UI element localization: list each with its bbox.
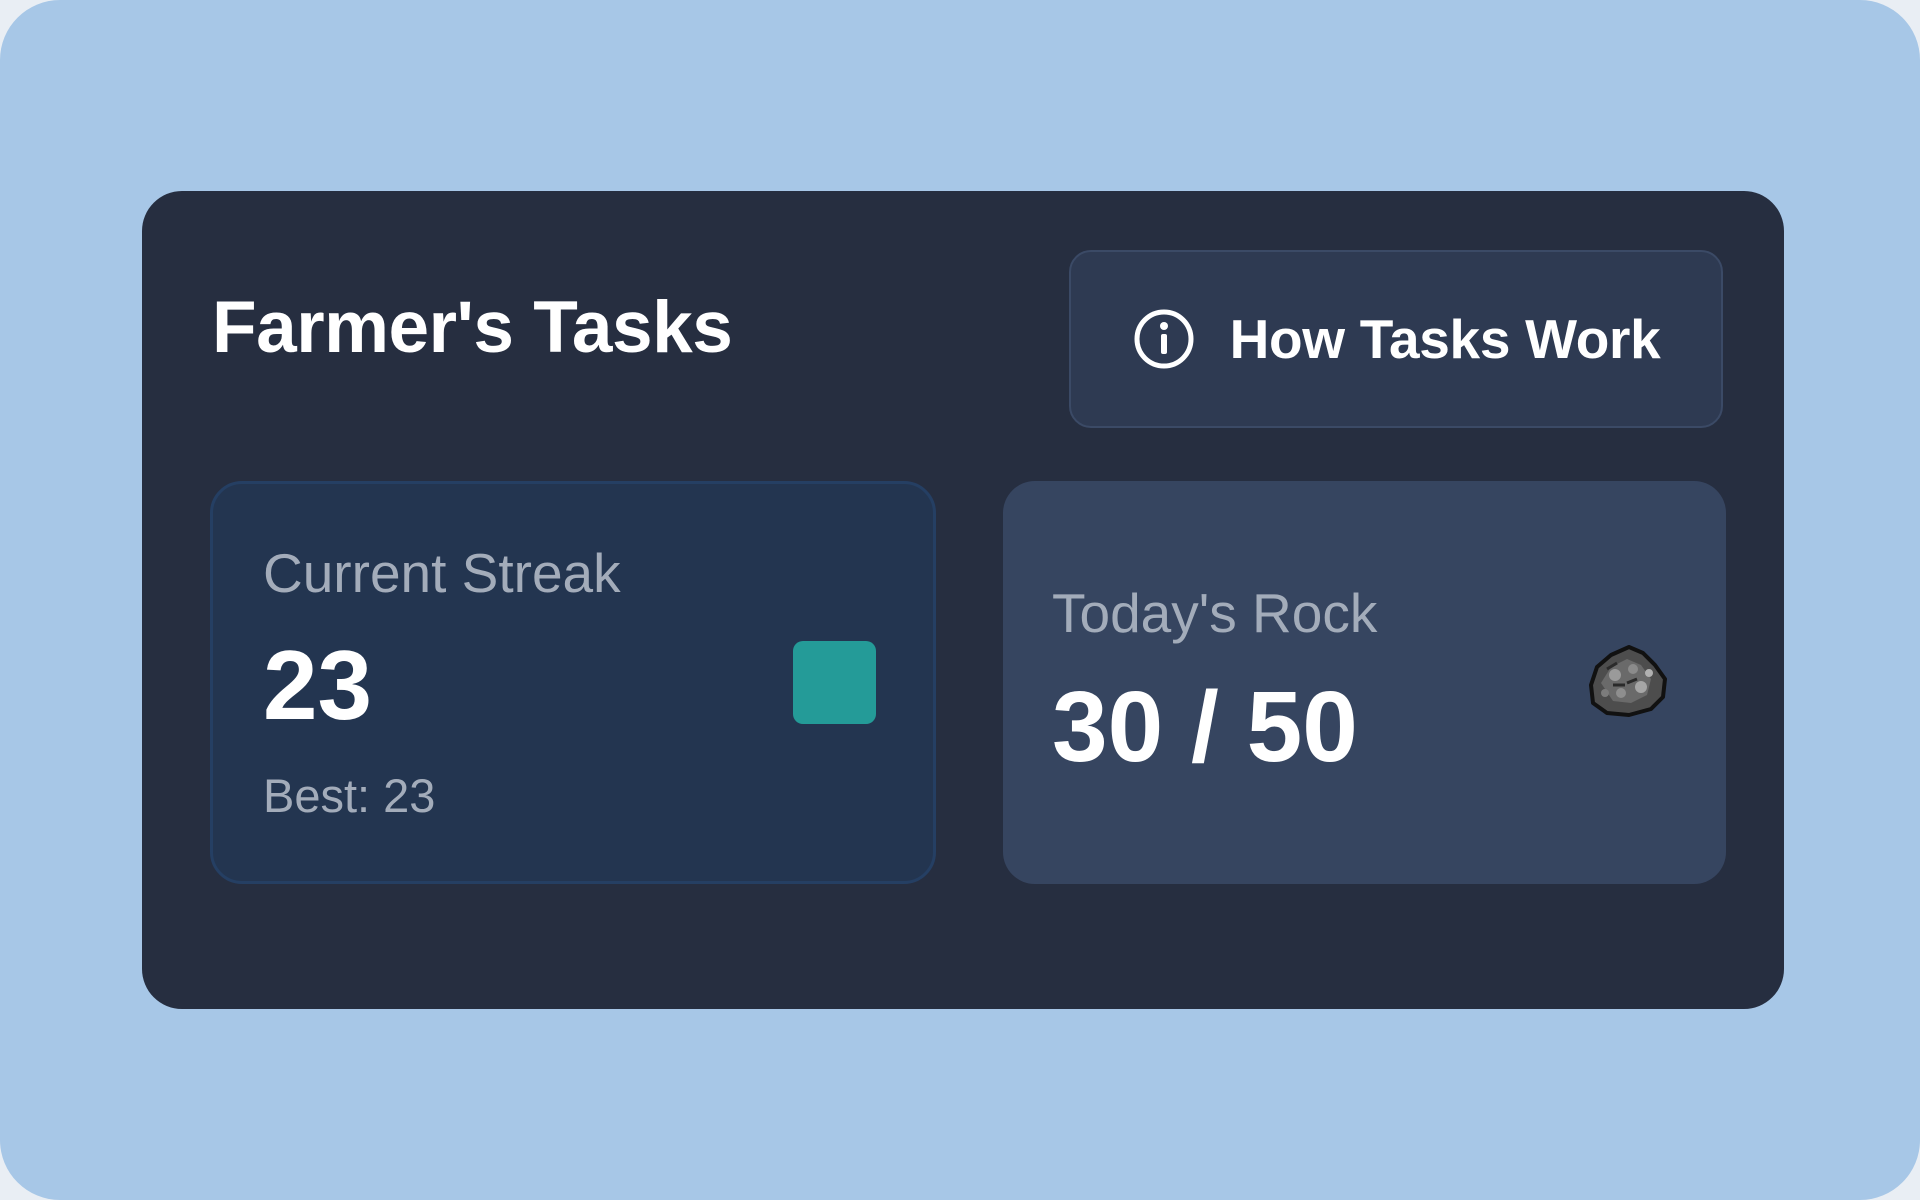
- tasks-panel: Farmer's Tasks How Tasks Work Current St…: [142, 191, 1784, 1009]
- current-streak-card: Current Streak 23 Best: 23: [210, 481, 936, 884]
- todays-rock-label: Today's Rock: [1052, 582, 1378, 644]
- rock-icon: [1577, 639, 1673, 719]
- streak-color-swatch: [793, 641, 876, 724]
- best-streak-text: Best: 23: [263, 769, 436, 822]
- current-streak-label: Current Streak: [263, 542, 621, 604]
- info-icon: [1132, 307, 1196, 371]
- todays-rock-card: Today's Rock 30 / 50: [1003, 481, 1726, 884]
- page-title: Farmer's Tasks: [212, 287, 733, 368]
- page-background: Farmer's Tasks How Tasks Work Current St…: [0, 0, 1920, 1200]
- todays-rock-progress: 30 / 50: [1052, 671, 1358, 783]
- current-streak-value: 23: [263, 630, 373, 740]
- how-tasks-work-label: How Tasks Work: [1229, 308, 1661, 370]
- how-tasks-work-button[interactable]: How Tasks Work: [1069, 250, 1723, 428]
